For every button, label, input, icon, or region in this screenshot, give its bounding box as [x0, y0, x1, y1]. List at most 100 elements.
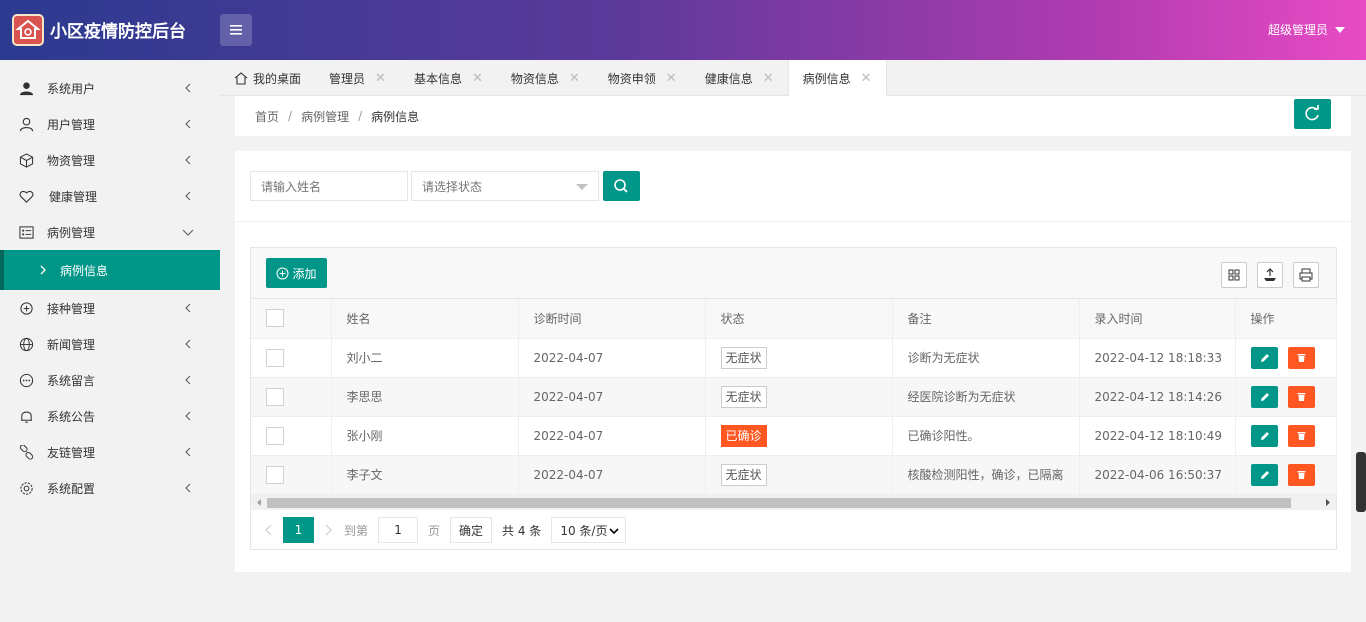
tab-admin[interactable]: 管理员 ✕	[315, 60, 400, 96]
select-all-checkbox[interactable]	[266, 309, 284, 328]
export-button[interactable]	[1257, 262, 1283, 288]
chevron-down-icon	[609, 528, 619, 535]
cell-created: 2022-04-12 18:10:49	[1079, 416, 1236, 456]
sidebar-item-news[interactable]: 新闻管理	[0, 326, 220, 362]
row-checkbox[interactable]	[266, 387, 284, 406]
table-row: 刘小二 2022-04-07 无症状 诊断为无症状 2022-04-12 18:…	[251, 338, 1337, 378]
sidebar-item-notices[interactable]: 系统公告	[0, 398, 220, 434]
globe-icon	[19, 337, 34, 351]
tab-case-info[interactable]: 病例信息 ✕	[787, 60, 887, 96]
next-page-icon[interactable]	[322, 524, 334, 536]
name-search-input[interactable]: 请输入姓名	[250, 171, 408, 201]
tab-supply-apply[interactable]: 物资申领 ✕	[594, 60, 691, 96]
sidebar-item-system-users[interactable]: 系统用户	[0, 70, 220, 106]
goto-confirm-button[interactable]: 确定	[450, 517, 493, 543]
delete-button[interactable]	[1287, 463, 1315, 486]
sidebar-item-cases[interactable]: 病例管理	[0, 214, 220, 250]
col-name[interactable]: 姓名	[331, 299, 519, 339]
tab-desktop[interactable]: 我的桌面	[220, 60, 315, 96]
print-button[interactable]	[1293, 262, 1319, 288]
page-size-select[interactable]: 10 条/页	[551, 517, 627, 543]
tab-supply-info[interactable]: 物资信息 ✕	[497, 60, 594, 96]
row-checkbox[interactable]	[266, 465, 284, 484]
edit-button[interactable]	[1250, 424, 1278, 447]
tab-close-icon[interactable]: ✕	[569, 71, 580, 86]
sidebar-item-user-mgmt[interactable]: 用户管理	[0, 106, 220, 142]
pagination: 1 到第 1 页 确定 共 4 条 10 条/页	[251, 510, 1336, 550]
export-icon	[1264, 268, 1276, 281]
user-menu[interactable]: 超级管理员	[1268, 21, 1346, 38]
horizontal-scrollbar[interactable]	[251, 495, 1336, 510]
tab-close-icon[interactable]: ✕	[861, 71, 872, 86]
table-row: 张小刚 2022-04-07 已确诊 已确诊阳性。 2022-04-12 18:…	[251, 416, 1337, 456]
goto-page-input[interactable]: 1	[378, 517, 419, 543]
sidebar-subitem-case-info[interactable]: 病例信息	[0, 250, 220, 290]
row-checkbox[interactable]	[266, 426, 284, 445]
tab-basic-info[interactable]: 基本信息 ✕	[400, 60, 497, 96]
divider	[235, 221, 1351, 222]
cube-icon	[19, 152, 34, 168]
tab-close-icon[interactable]: ✕	[763, 71, 774, 86]
tab-close-icon[interactable]: ✕	[666, 71, 677, 86]
breadcrumb-current: 病例信息	[371, 109, 420, 124]
menu-toggle-button[interactable]	[220, 14, 252, 46]
chevron-left-icon	[185, 155, 191, 165]
row-checkbox[interactable]	[266, 348, 284, 367]
sidebar-item-settings[interactable]: 系统配置	[0, 470, 220, 506]
status-badge: 无症状	[720, 346, 767, 369]
tab-close-icon[interactable]: ✕	[375, 71, 386, 86]
delete-button[interactable]	[1287, 424, 1315, 447]
user-name: 超级管理员	[1267, 23, 1328, 37]
sidebar-item-supplies[interactable]: 物资管理	[0, 142, 220, 178]
scroll-right-icon	[1326, 499, 1330, 506]
sidebar-item-health[interactable]: 健康管理	[0, 178, 220, 214]
chevron-left-icon	[185, 483, 191, 493]
main-card: 请输入姓名 请选择状态 添加 姓名 诊断时间 状态 备注 录入时间 操作 刘小二…	[235, 151, 1351, 572]
search-button[interactable]	[603, 171, 640, 201]
edit-button[interactable]	[1250, 385, 1278, 408]
page-scrollbar-edge[interactable]	[1356, 452, 1366, 512]
table-row: 李子文 2022-04-07 无症状 核酸检测阳性，确诊，已隔离 2022-04…	[251, 455, 1337, 495]
status-select[interactable]: 请选择状态	[411, 171, 599, 201]
breadcrumb-home[interactable]: 首页	[255, 108, 279, 125]
delete-button[interactable]	[1287, 346, 1315, 369]
prev-page-icon[interactable]	[263, 524, 275, 536]
table-header-row: 姓名 诊断时间 状态 备注 录入时间 操作	[251, 299, 1337, 339]
page-current[interactable]: 1	[283, 517, 314, 543]
columns-filter-button[interactable]	[1221, 262, 1247, 288]
edit-button[interactable]	[1250, 346, 1278, 369]
refresh-button[interactable]	[1294, 99, 1331, 129]
cell-diag: 2022-04-07	[518, 416, 706, 456]
table-toolbar: 添加	[251, 248, 1336, 299]
cell-diag: 2022-04-07	[518, 377, 706, 417]
chevron-left-icon	[185, 83, 191, 93]
breadcrumb: 首页 / 病例管理 / 病例信息	[235, 96, 1351, 136]
pencil-icon	[1260, 353, 1269, 362]
status-badge: 无症状	[720, 463, 767, 486]
scrollbar-thumb[interactable]	[267, 498, 1291, 508]
col-created[interactable]: 录入时间	[1079, 299, 1236, 339]
edit-button[interactable]	[1250, 463, 1278, 486]
trash-icon	[1297, 392, 1305, 401]
add-button[interactable]: 添加	[266, 258, 327, 288]
page-tabs: 我的桌面 管理员 ✕ 基本信息 ✕ 物资信息 ✕ 物资申领 ✕ 健康信息 ✕ 病例信息 ✕	[220, 60, 1366, 96]
breadcrumb-cases[interactable]: 病例管理	[301, 108, 349, 125]
grid-icon	[1228, 269, 1240, 281]
col-diag-time[interactable]: 诊断时间	[518, 299, 706, 339]
table-row: 李思思 2022-04-07 无症状 经医院诊断为无症状 2022-04-12 …	[251, 377, 1337, 417]
chevron-left-icon	[185, 447, 191, 457]
cell-created: 2022-04-06 16:50:37	[1079, 455, 1236, 495]
col-status[interactable]: 状态	[705, 299, 893, 339]
sidebar-item-vaccination[interactable]: 接种管理	[0, 290, 220, 326]
sidebar-item-links[interactable]: 友链管理	[0, 434, 220, 470]
tab-health-info[interactable]: 健康信息 ✕	[691, 60, 788, 96]
list-icon	[19, 225, 34, 239]
hamburger-icon	[230, 25, 242, 35]
tab-close-icon[interactable]: ✕	[472, 71, 483, 86]
search-icon	[614, 179, 628, 193]
delete-button[interactable]	[1287, 385, 1315, 408]
col-note[interactable]: 备注	[892, 299, 1080, 339]
sidebar: 系统用户 用户管理 物资管理 健康管理 病例管理 病例信息 接种管理 新闻管理 …	[0, 60, 220, 622]
goto-label: 到第	[344, 523, 369, 538]
sidebar-item-messages[interactable]: 系统留言	[0, 362, 220, 398]
